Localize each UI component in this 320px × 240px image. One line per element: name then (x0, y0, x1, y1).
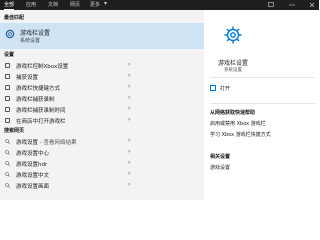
search-icon (5, 172, 10, 177)
section-web: 搜索网页 (4, 128, 25, 134)
divider (210, 103, 315, 104)
web-result-label: 游戏设置 - 查看网络结果 (16, 140, 77, 146)
settings-icon (5, 118, 10, 123)
chevron-right-icon[interactable]: › (128, 170, 130, 177)
list-item-label: 游戏栏快捷键方式 (16, 86, 61, 92)
list-item[interactable]: 捕获设置 › (0, 71, 204, 82)
search-icon (5, 183, 10, 188)
search-icon (5, 150, 10, 155)
results-pane: 最佳匹配 游戏栏设置 系统设置 设置 游戏栏控制Xbox设置 › 捕获设置 › … (0, 10, 204, 200)
settings-icon (5, 63, 10, 68)
list-item[interactable]: 游戏栏快捷键方式 › (0, 82, 204, 93)
tab-web[interactable]: 网页 (70, 1, 80, 9)
preview-subtitle: 系统设置 (224, 68, 242, 73)
list-item-label: 游戏栏控制Xbox设置 (16, 64, 69, 70)
chevron-right-icon[interactable]: › (128, 61, 130, 68)
gear-icon (224, 26, 242, 44)
chevron-right-icon[interactable]: › (128, 137, 130, 144)
related-link[interactable]: 游戏设置 (210, 164, 230, 171)
settings-icon (5, 74, 10, 79)
list-item-label: 在商店中打开游戏栏 (16, 119, 66, 125)
list-item[interactable]: 游戏栏捕获录制时间 › (0, 104, 204, 115)
list-item-label: 游戏栏捕获录制时间 (16, 108, 66, 114)
best-match-item[interactable]: 游戏栏设置 系统设置 (0, 23, 204, 49)
chevron-right-icon[interactable]: › (128, 94, 130, 101)
ellipsis-icon[interactable] (289, 2, 295, 8)
web-result-item[interactable]: 游戏设置中文 › (0, 169, 204, 180)
best-match-subtitle: 系统设置 (20, 38, 41, 44)
settings-icon (5, 96, 10, 101)
preview-title: 游戏栏设置 (217, 60, 248, 67)
tab-more[interactable]: 更多 (90, 1, 100, 9)
help-link[interactable]: 学习 Xbox 游戏栏快捷方式 (210, 131, 271, 138)
web-result-label: 游戏设置画面 (16, 184, 50, 190)
close-icon[interactable] (309, 2, 315, 8)
web-result-label: 游戏设置中文 (16, 173, 50, 179)
tab-apps[interactable]: 应用 (26, 1, 36, 9)
web-result-item[interactable]: 游戏设置hdr › (0, 158, 204, 169)
web-result-label: 游戏设置中心 (16, 151, 50, 157)
feedback-icon[interactable] (268, 2, 274, 8)
tab-all[interactable]: 全部 (4, 1, 15, 10)
list-item[interactable]: 游戏栏控制Xbox设置 › (0, 60, 204, 71)
chevron-right-icon[interactable]: › (128, 181, 130, 188)
section-settings: 设置 (4, 52, 15, 58)
chevron-right-icon[interactable]: › (128, 72, 130, 79)
list-item-label: 捕获设置 (16, 75, 39, 81)
related-section-title: 相关设置 (210, 154, 231, 160)
list-item[interactable]: 在商店中打开游戏栏 › (0, 115, 204, 126)
web-result-item[interactable]: 游戏设置 - 查看网络结果 › (0, 136, 204, 147)
search-icon (5, 161, 10, 166)
search-icon (5, 139, 10, 144)
chevron-down-icon[interactable]: ▾ (104, 0, 107, 7)
chevron-right-icon[interactable]: › (128, 159, 130, 166)
chevron-right-icon[interactable]: › (128, 105, 130, 112)
open-icon (210, 85, 216, 91)
web-result-label: 游戏设置hdr (16, 162, 48, 168)
preview-pane: 游戏栏设置 系统设置 打开 从网络获取快速帮助 启用或禁用 Xbox 游戏栏 学… (204, 10, 319, 200)
chevron-right-icon[interactable]: › (128, 116, 130, 123)
web-result-item[interactable]: 游戏设置中心 › (0, 147, 204, 158)
search-tabs-bar: 全部 应用 文档 网页 更多 ▾ (0, 0, 319, 10)
section-best-match: 最佳匹配 (4, 15, 25, 21)
settings-icon (5, 85, 10, 90)
help-link[interactable]: 启用或禁用 Xbox 游戏栏 (210, 120, 266, 127)
list-item[interactable]: 游戏栏捕获录制 › (0, 93, 204, 104)
web-result-item[interactable]: 游戏设置画面 › (0, 180, 204, 191)
gear-icon (5, 29, 15, 39)
help-section-title: 从网络获取快速帮助 (210, 110, 256, 116)
list-item-label: 游戏栏捕获录制 (16, 97, 55, 103)
divider (210, 77, 315, 78)
open-label: 打开 (220, 86, 231, 92)
best-match-title: 游戏栏设置 (20, 30, 51, 37)
tab-documents[interactable]: 文档 (48, 1, 58, 9)
settings-icon (5, 107, 10, 112)
chevron-right-icon[interactable]: › (128, 148, 130, 155)
chevron-right-icon[interactable]: › (128, 83, 130, 90)
